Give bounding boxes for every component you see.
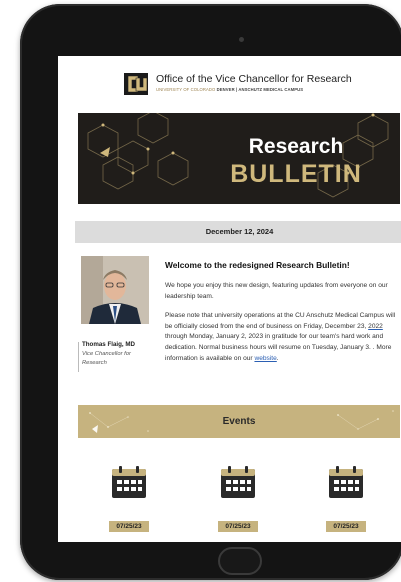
research-bulletin-banner: Research BULLETIN <box>78 113 400 204</box>
camera-icon <box>239 37 244 42</box>
issue-date: December 12, 2024 <box>75 221 401 243</box>
events-heading: Events <box>222 416 256 427</box>
profile-divider <box>78 342 79 372</box>
paragraph-text: Please note that university operations a… <box>165 312 396 330</box>
office-subtitle-campus: DENVER | ANSCHUTZ MEDICAL CAMPUS <box>216 87 304 92</box>
article-paragraph-2: Please note that university operations a… <box>165 311 401 364</box>
article-heading: Welcome to the redesigned Research Bulle… <box>165 260 350 270</box>
event-date: 07/25/23 <box>218 521 258 532</box>
home-button[interactable] <box>218 547 262 575</box>
office-subtitle-university: UNIVERSITY OF COLORADO <box>156 87 216 92</box>
profile-name: Thomas Flaig, MD <box>82 341 135 348</box>
website-link[interactable]: website <box>254 355 276 362</box>
profile-role: Vice Chancellor for Research <box>82 351 131 366</box>
article-paragraph-1: We hope you enjoy this new design, featu… <box>165 282 388 300</box>
paragraph-text: . <box>276 354 279 362</box>
calendar-icon[interactable] <box>328 465 364 499</box>
calendar-icon[interactable] <box>111 465 147 499</box>
welcome-article: Welcome to the redesigned Research Bulle… <box>165 260 401 373</box>
office-subtitle: UNIVERSITY OF COLORADO DENVER | ANSCHUTZ… <box>156 87 303 92</box>
banner-subtitle: BULLETIN <box>230 160 362 188</box>
email-screen: Office of the Vice Chancellor for Resear… <box>58 56 401 542</box>
office-title: Office of the Vice Chancellor for Resear… <box>156 73 352 85</box>
banner-title: Research <box>248 135 344 158</box>
paragraph-year: 2022 <box>368 322 383 330</box>
event-date: 07/25/23 <box>326 521 366 532</box>
calendar-icon[interactable] <box>220 465 256 499</box>
header: Office of the Vice Chancellor for Resear… <box>122 70 362 100</box>
event-date: 07/25/23 <box>109 521 149 532</box>
tablet-frame: Office of the Vice Chancellor for Resear… <box>20 4 401 580</box>
cu-logo-icon <box>124 73 148 95</box>
events-banner: Events <box>78 405 400 438</box>
profile-photo <box>81 256 149 324</box>
